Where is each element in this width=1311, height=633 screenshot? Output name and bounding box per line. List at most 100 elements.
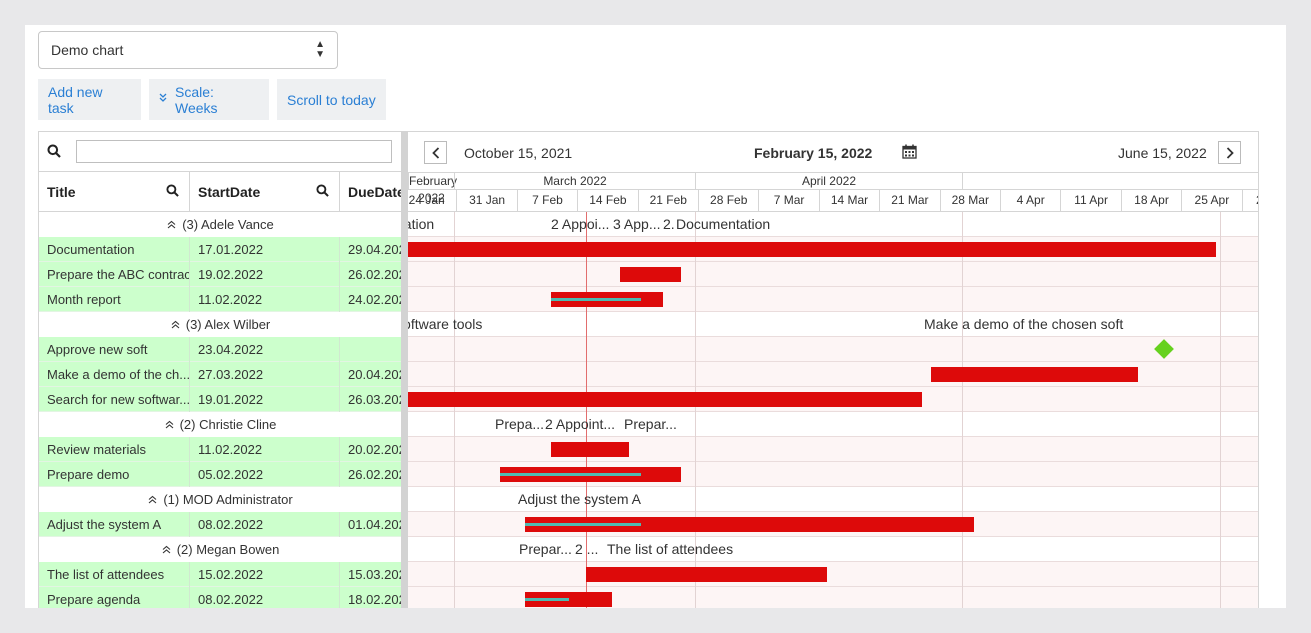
table-row[interactable]: Month report11.02.202224.02.2022: [39, 287, 401, 312]
week-header: 2 May: [1241, 190, 1258, 211]
task-progress: [525, 598, 569, 601]
task-grid: Title StartDate DueDate (3) Adele Vance D…: [38, 131, 401, 608]
cell-title: Approve new soft: [39, 337, 190, 362]
cell-due: 15.03.2022: [340, 562, 401, 587]
column-header-startdate[interactable]: StartDate: [190, 172, 340, 212]
scale-label: Scale: Weeks: [175, 83, 218, 116]
week-header: 28 Feb: [698, 190, 758, 211]
group-row[interactable]: (3) Alex Wilber: [39, 312, 401, 337]
week-header: 28 Mar: [939, 190, 1000, 211]
grid-search-input[interactable]: [76, 140, 392, 163]
timeline-navigation: October 15, 2021 February 15, 2022 June …: [408, 132, 1258, 172]
week-scale: 24 Jan 31 Jan 7 Feb 14 Feb 21 Feb 28 Feb 7 Mar…: [408, 190, 1258, 212]
month-scale: February 2022 March 2022 April 2022: [408, 172, 1258, 205]
chart-select-value: Demo chart: [51, 42, 124, 58]
chart-select[interactable]: Demo chart ▲ ▼: [38, 31, 338, 69]
cell-start: 17.01.2022: [190, 237, 340, 262]
cell-title: Make a demo of the ch...: [39, 362, 190, 387]
group-row[interactable]: (3) Adele Vance: [39, 212, 401, 237]
group-summary-label: 2.: [663, 216, 675, 232]
group-label: (2) Megan Bowen: [39, 537, 401, 562]
collapse-group-icon[interactable]: [148, 495, 157, 507]
cell-due: 26.02.2022: [340, 262, 401, 287]
column-search-icon[interactable]: [166, 184, 179, 200]
table-row[interactable]: Approve new soft 23.04.2022: [39, 337, 401, 362]
column-start-label: StartDate: [198, 184, 261, 200]
task-bar[interactable]: [551, 442, 629, 457]
week-header: 21 Feb: [637, 190, 698, 211]
table-row[interactable]: Make a demo of the ch... 27.03.2022 20.04.…: [39, 362, 401, 387]
task-bar[interactable]: [585, 567, 828, 582]
cell-start: 11.02.2022: [190, 437, 340, 462]
column-header-duedate[interactable]: DueDate: [340, 172, 401, 212]
table-row[interactable]: Prepare agenda08.02.202218.02.2022: [39, 587, 401, 608]
timeline-row: [408, 437, 1258, 462]
table-row[interactable]: Review materials11.02.202220.02.2022: [39, 437, 401, 462]
table-row[interactable]: Prepare demo05.02.202226.02.2022: [39, 462, 401, 487]
task-bar[interactable]: [930, 367, 1139, 382]
collapse-group-icon[interactable]: [171, 320, 180, 332]
cell-start: 19.02.2022: [190, 262, 340, 287]
week-header: 7 Feb: [516, 190, 577, 211]
table-row[interactable]: Search for new softwar... 19.01.2022 26.03…: [39, 387, 401, 412]
group-summary-label: Documentation: [676, 216, 771, 232]
group-label: (3) Alex Wilber: [39, 312, 401, 337]
timeline-row: [408, 287, 1258, 312]
column-search-icon[interactable]: [316, 184, 329, 200]
prev-period-button[interactable]: [424, 141, 447, 164]
group-row[interactable]: (2) Megan Bowen: [39, 537, 401, 562]
group-name: (2) Christie Cline: [179, 417, 277, 432]
group-name: (2) Megan Bowen: [176, 542, 280, 557]
timeline-row: [408, 262, 1258, 287]
cell-due: [340, 337, 401, 362]
scale-button[interactable]: Scale: Weeks: [149, 79, 269, 120]
table-row[interactable]: Adjust the system A08.02.202201.04.2022: [39, 512, 401, 537]
task-bar[interactable]: [408, 242, 1216, 257]
collapse-group-icon[interactable]: [165, 420, 174, 432]
week-header: 18 Apr: [1120, 190, 1181, 211]
task-bar[interactable]: [408, 392, 923, 407]
table-row[interactable]: The list of attendees15.02.202215.03.202…: [39, 562, 401, 587]
week-header: 14 Mar: [818, 190, 879, 211]
cell-due: 20.02.2022: [340, 437, 401, 462]
collapse-group-icon[interactable]: [167, 220, 176, 232]
column-header-title[interactable]: Title: [39, 172, 190, 212]
table-row[interactable]: Documentation17.01.202229.04.2022: [39, 237, 401, 262]
group-summary-label: The list of attendees: [607, 541, 734, 557]
month-header: February 2022: [408, 173, 458, 205]
task-bar[interactable]: [620, 267, 681, 282]
group-summary-label: Search for new software tools: [408, 316, 483, 332]
group-summary-label: 2 Appoi...: [551, 216, 610, 232]
month-header: March 2022: [454, 173, 695, 190]
grid-chart-splitter[interactable]: [401, 131, 408, 608]
cell-title: Prepare the ABC contract: [39, 262, 190, 287]
add-new-task-button[interactable]: Add new task: [38, 79, 141, 120]
group-row[interactable]: (1) MOD Administrator: [39, 487, 401, 512]
scroll-to-today-button[interactable]: Scroll to today: [277, 79, 386, 120]
collapse-group-icon[interactable]: [162, 545, 171, 557]
group-name: (3) Alex Wilber: [185, 317, 271, 332]
cell-title: Prepare agenda: [39, 587, 190, 608]
month-separator: [454, 212, 455, 608]
select-arrows-icon: ▲ ▼: [315, 39, 325, 60]
cell-start: 27.03.2022: [190, 362, 340, 387]
gantt-card: Demo chart ▲ ▼ Add new task Scale: Weeks …: [25, 25, 1286, 608]
next-period-button[interactable]: [1218, 141, 1241, 164]
cell-start: 08.02.2022: [190, 587, 340, 608]
group-summary-label: 2 Appoint...: [545, 416, 616, 432]
group-summary-label: Prepa...: [495, 416, 545, 432]
calendar-icon[interactable]: [902, 144, 917, 162]
group-row[interactable]: (2) Christie Cline: [39, 412, 401, 437]
month-separator: [1220, 212, 1221, 608]
task-progress: [551, 298, 641, 301]
grid-search-row: [39, 132, 401, 172]
cell-due: 01.04.2022: [340, 512, 401, 537]
group-summary-label: Prepar...: [519, 541, 572, 557]
timeline-row: [408, 562, 1258, 587]
table-row[interactable]: Prepare the ABC contract 19.02.2022 26.02.…: [39, 262, 401, 287]
chevron-right-icon: [1226, 146, 1234, 159]
group-summary-label: 2 ...: [575, 541, 599, 557]
timeline-row: [408, 312, 1258, 337]
group-summary-label: Prepar...: [624, 416, 677, 432]
week-header: 11 Apr: [1060, 190, 1120, 211]
